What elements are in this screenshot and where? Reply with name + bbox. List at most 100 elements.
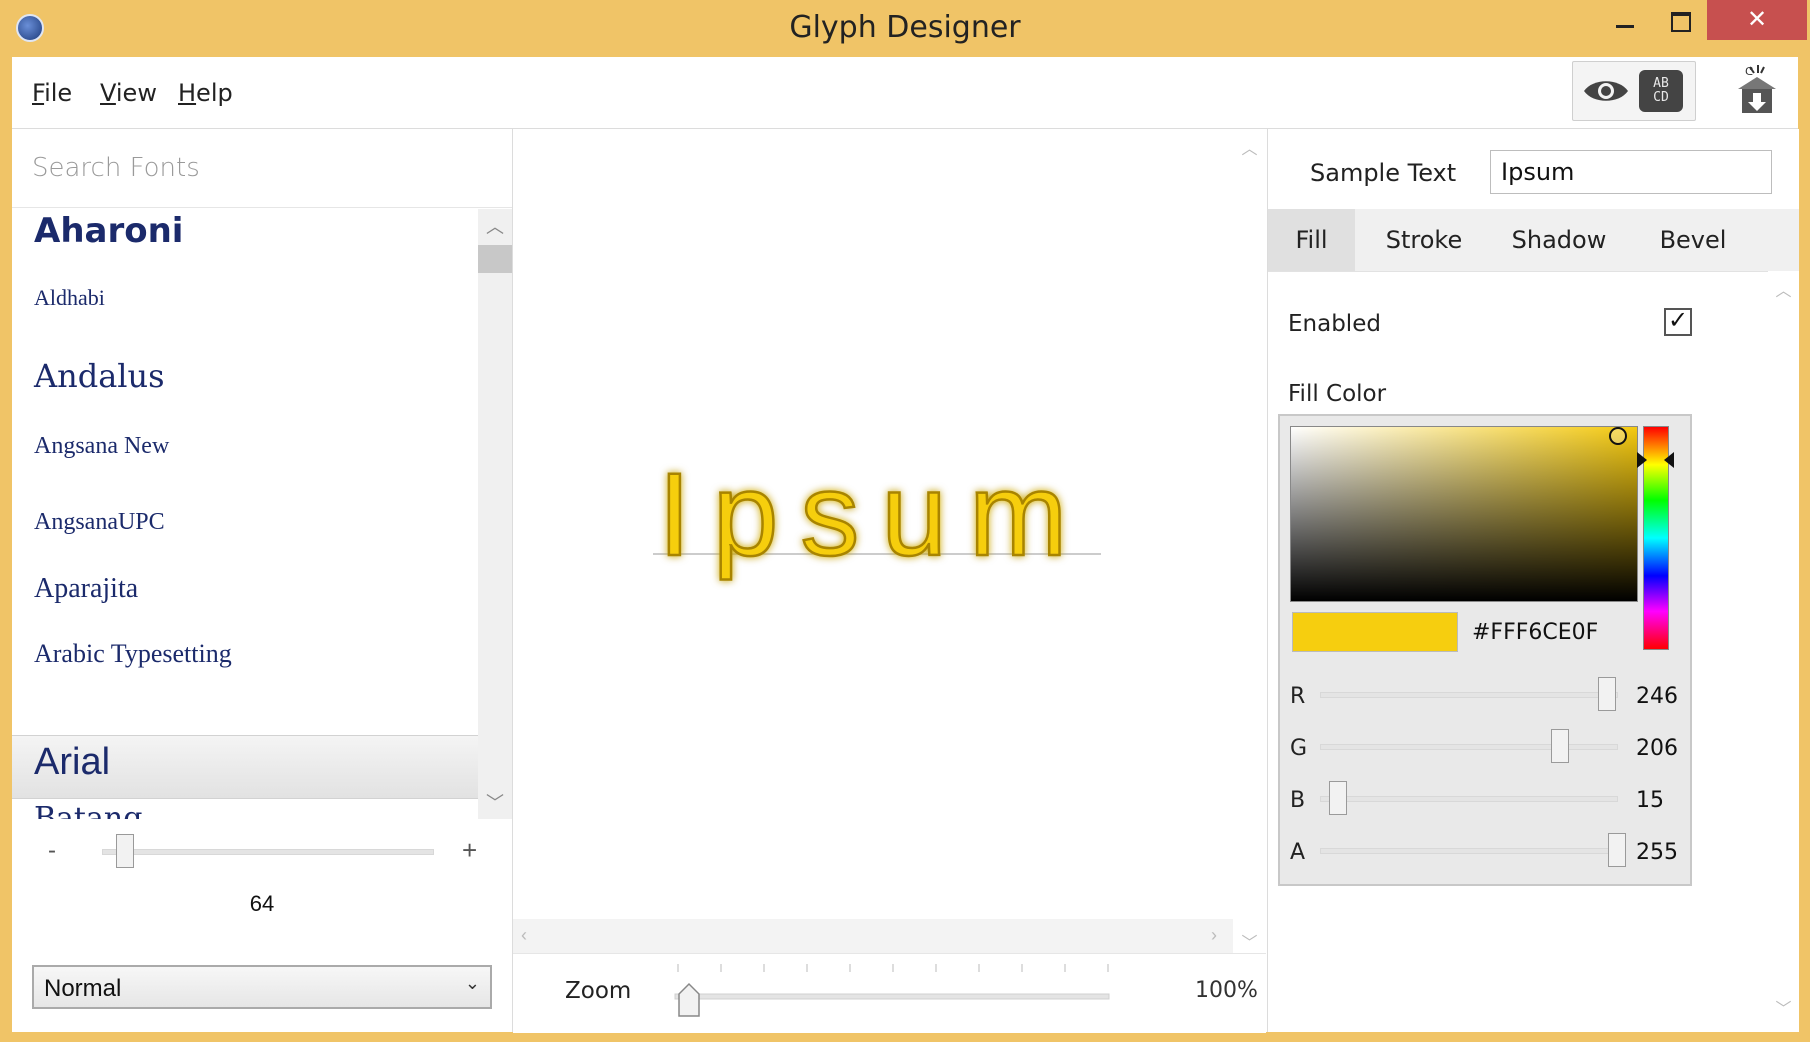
size-decrease-button[interactable]: - [48, 837, 56, 865]
channel-g-track[interactable] [1320, 744, 1618, 750]
zoom-value: 100% [1195, 978, 1258, 1003]
canvas-scroll-down-icon[interactable]: ﹀ [1233, 929, 1266, 953]
preview-button[interactable] [1581, 70, 1631, 112]
menu-bar: File View Help AB CD ᕦ [12, 57, 1798, 129]
channel-a-track[interactable] [1320, 848, 1618, 854]
channel-r-value: 246 [1636, 684, 1678, 709]
font-search-input[interactable] [30, 147, 494, 189]
menu-help-accel: H [178, 79, 197, 107]
tab-bevel[interactable]: Bevel [1638, 209, 1748, 271]
channel-r-label: R [1290, 684, 1306, 709]
size-value: 64 [249, 891, 275, 916]
sample-text-input[interactable] [1490, 150, 1772, 194]
check-icon: ✓ [1667, 307, 1689, 334]
properties-scroll-up-icon[interactable]: ︿ [1768, 277, 1799, 301]
menu-view-rest: iew [115, 79, 157, 107]
channel-b-track[interactable] [1320, 796, 1618, 802]
font-item-angsanaupc[interactable]: AngsanaUPC [34, 509, 165, 536]
size-slider-thumb[interactable] [116, 834, 134, 868]
fill-color-label: Fill Color [1288, 381, 1387, 407]
size-increase-button[interactable]: + [462, 835, 477, 866]
maximize-icon [1671, 12, 1691, 32]
glyph-designer-window: Glyph Designer ✕ File View Help AB CD ᕦ … [0, 0, 1810, 1042]
canvas-scroll-up-icon[interactable]: ︿ [1233, 135, 1266, 159]
tab-fill[interactable]: Fill [1268, 209, 1355, 271]
chevron-down-icon: ⌄ [464, 973, 480, 993]
channel-r-thumb[interactable] [1598, 677, 1616, 711]
size-slider-track[interactable] [102, 849, 434, 855]
menu-file-accel: F [32, 79, 45, 107]
channel-g-value: 206 [1636, 736, 1678, 761]
font-style-select[interactable]: Normal ⌄ [32, 965, 492, 1009]
menu-file-rest: ile [44, 79, 73, 107]
hex-value[interactable]: #FFF6CE0F [1472, 620, 1598, 645]
sample-text-label: Sample Text [1310, 159, 1457, 187]
enabled-checkbox[interactable]: ✓ [1664, 308, 1692, 336]
canvas-scroll-left-icon[interactable]: ‹ [521, 925, 527, 946]
font-size-control: - + 64 [12, 829, 512, 929]
font-item-aldhabi[interactable]: Aldhabi [34, 285, 105, 311]
color-swatch [1292, 612, 1458, 652]
properties-scroll-down-icon[interactable]: ﹀ [1768, 995, 1799, 1019]
channel-b-value: 15 [1636, 788, 1664, 813]
zoom-slider-ticks [674, 964, 1110, 1000]
close-icon: ✕ [1746, 6, 1768, 33]
preview-area: Ipsum ︿ ﹀ ‹ › Zoom 100% [513, 129, 1266, 1033]
channel-a-thumb[interactable] [1608, 833, 1626, 867]
canvas-vertical-scrollbar[interactable]: ︿ ﹀ [1233, 129, 1266, 952]
channel-a-value: 255 [1636, 840, 1678, 865]
fill-settings: Enabled ✓ Fill Color #FFF6CE0F R 246 G 2… [1268, 271, 1768, 1032]
menu-help[interactable]: Help [178, 79, 233, 107]
glyph-sheet-icon-line2: CD [1653, 90, 1669, 105]
channel-g-thumb[interactable] [1551, 729, 1569, 763]
font-panel: Aharoni Aldhabi Andalus Angsana New Angs… [12, 129, 513, 1032]
view-toggle-group: AB CD [1572, 61, 1696, 121]
channel-g-label: G [1290, 736, 1308, 761]
font-list[interactable]: Aharoni Aldhabi Andalus Angsana New Angs… [12, 209, 478, 819]
title-bar: Glyph Designer ✕ [0, 0, 1810, 57]
channel-r-track[interactable] [1320, 692, 1618, 698]
scroll-up-icon[interactable]: ︿ [478, 213, 512, 239]
channel-b-thumb[interactable] [1329, 781, 1347, 815]
zoom-control: Zoom 100% [513, 953, 1266, 1033]
font-list-scrollbar[interactable]: ︿ ﹀ [478, 209, 512, 819]
export-icon: ᕦ [1738, 65, 1776, 113]
zoom-label: Zoom [565, 978, 632, 1004]
hue-marker-left-icon[interactable] [1637, 452, 1647, 468]
color-picker: #FFF6CE0F R 246 G 206 B 15 A 255 [1278, 414, 1692, 886]
font-item-aharoni[interactable]: Aharoni [34, 211, 183, 251]
tab-stroke[interactable]: Stroke [1368, 209, 1480, 271]
properties-scrollbar[interactable]: ︿ ﹀ [1768, 271, 1799, 1032]
font-item-batang[interactable]: Batang [34, 801, 142, 819]
eye-icon [1584, 81, 1628, 101]
canvas-scroll-right-icon[interactable]: › [1211, 925, 1217, 946]
export-button[interactable]: ᕦ [1732, 63, 1782, 119]
menu-help-rest: elp [196, 79, 233, 107]
channel-a-label: A [1290, 840, 1306, 865]
main-content: File View Help AB CD ᕦ Search Fonts Ahar… [12, 57, 1799, 1033]
preview-canvas[interactable]: Ipsum [513, 129, 1233, 919]
hue-marker-right-icon[interactable] [1664, 452, 1674, 468]
saturation-value-area[interactable] [1290, 426, 1638, 602]
color-cursor[interactable] [1609, 427, 1627, 445]
window-title: Glyph Designer [789, 10, 1021, 45]
preview-svg: Ipsum [653, 448, 1101, 582]
font-item-angsana-new[interactable]: Angsana New [34, 433, 169, 460]
scroll-down-icon[interactable]: ﹀ [478, 789, 512, 815]
menu-view-accel: V [100, 79, 116, 107]
properties-panel: Sample Text Fill Stroke Shadow Bevel Ena… [1267, 129, 1799, 1032]
zoom-slider-thumb[interactable] [677, 982, 701, 1023]
canvas-horizontal-scrollbar[interactable]: ‹ › [513, 919, 1233, 953]
glyph-sheet-button[interactable]: AB CD [1639, 70, 1683, 112]
font-item-arabic-typesetting[interactable]: Arabic Typesetting [34, 639, 232, 669]
menu-view[interactable]: View [100, 79, 157, 107]
font-item-aparajita[interactable]: Aparajita [34, 573, 138, 605]
scroll-thumb[interactable] [478, 245, 512, 273]
font-item-andalus[interactable]: Andalus [34, 357, 165, 395]
effect-tabs: Fill Stroke Shadow Bevel [1268, 209, 1799, 272]
tab-shadow[interactable]: Shadow [1494, 209, 1624, 271]
enabled-label: Enabled [1288, 311, 1381, 337]
menu-file[interactable]: File [32, 79, 72, 107]
font-item-arial[interactable]: Arial [34, 741, 110, 784]
close-button[interactable]: ✕ [1707, 0, 1807, 40]
